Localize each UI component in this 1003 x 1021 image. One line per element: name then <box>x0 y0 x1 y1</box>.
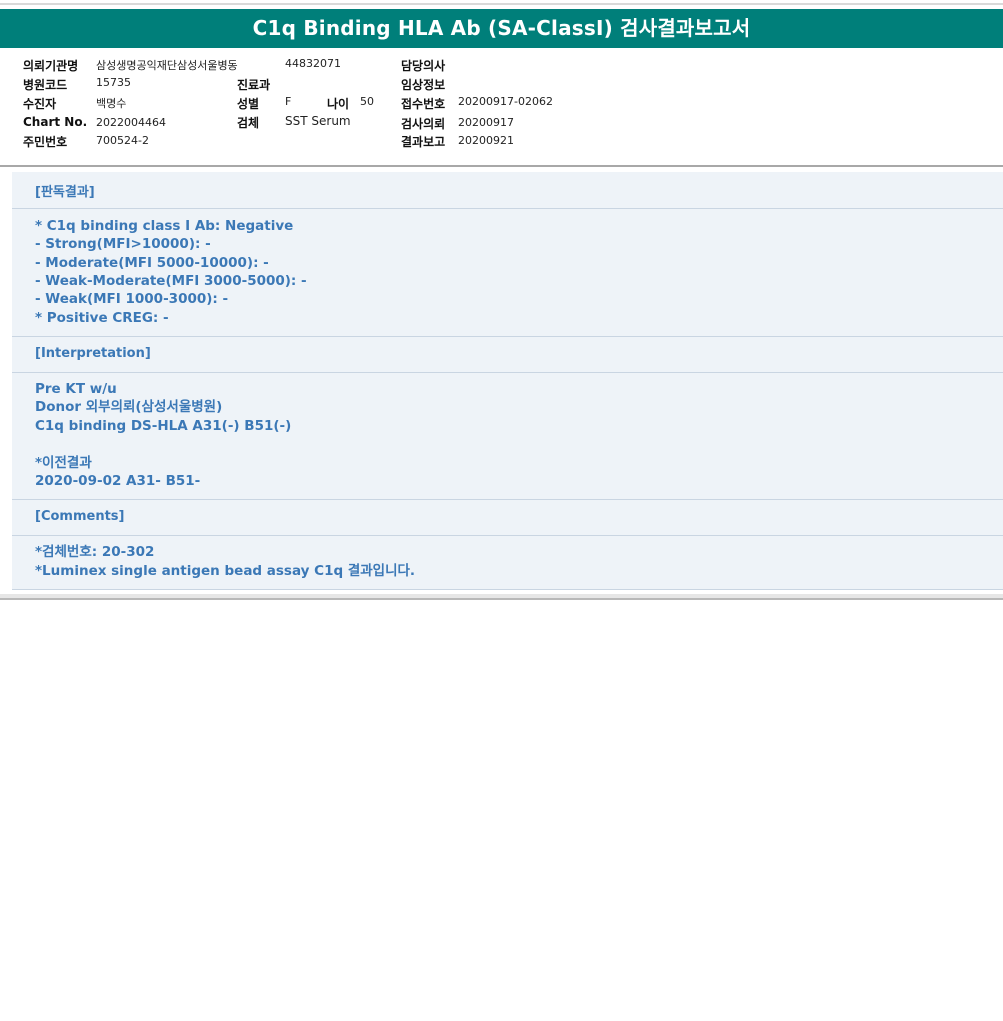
hospital-code-label: 병원코드 <box>23 78 68 92</box>
test-request-label: 검사의뢰 <box>401 117 446 131</box>
result-line: - Weak(MFI 1000-3000): - <box>35 291 229 307</box>
patient-info-block: 의뢰기관명 삼성생명공익재단삼성서울병동 44832071 담당의사 병원코드 … <box>0 48 1003 166</box>
receipt-no-label: 접수번호 <box>401 97 446 111</box>
comment-line: *검체번호: 20-302 <box>35 544 155 560</box>
result-section-body: * C1q binding class I Ab: Negative - Str… <box>12 209 1003 337</box>
interpretation-section-title: [Interpretation] <box>35 346 151 361</box>
requesting-institution-label: 의뢰기관명 <box>23 59 79 73</box>
interpretation-section-body: Pre KT w/u Donor 외부의뢰(삼성서울병원) C1q bindin… <box>12 373 1003 500</box>
interpretation-line: Pre KT w/u <box>35 381 117 397</box>
chart-no-value: 2022004464 <box>96 116 166 129</box>
result-report-value: 20200921 <box>458 134 514 147</box>
resident-no-value: 700524-2 <box>96 134 149 147</box>
comment-line: *Luminex single antigen bead assay C1q 결… <box>35 563 416 579</box>
interpretation-section-header: [Interpretation] <box>12 337 1003 373</box>
recipient-label: 수진자 <box>23 97 57 111</box>
test-request-value: 20200917 <box>458 116 514 129</box>
specimen-label: 검체 <box>237 116 260 130</box>
result-section-header: [판독결과] <box>12 172 1003 209</box>
bottom-divider <box>0 594 1003 600</box>
comments-section-title: [Comments] <box>35 509 125 524</box>
result-section-title: [판독결과] <box>35 185 95 200</box>
department-label: 진료과 <box>237 78 271 92</box>
result-report-label: 결과보고 <box>401 135 446 149</box>
result-line: - Weak-Moderate(MFI 3000-5000): - <box>35 273 307 289</box>
doctor-label: 담당의사 <box>401 59 446 73</box>
receipt-no-value: 20200917-02062 <box>458 95 553 108</box>
result-line: - Strong(MFI>10000): - <box>35 236 211 252</box>
requesting-institution-value: 삼성생명공익재단삼성서울병동 <box>96 59 238 72</box>
age-label: 나이 <box>327 97 350 111</box>
specimen-value: SST Serum <box>285 114 351 128</box>
sex-label: 성별 <box>237 97 260 111</box>
hospital-code-value: 15735 <box>96 76 131 89</box>
clinical-info-label: 임상정보 <box>401 78 446 92</box>
comments-section-body: *검체번호: 20-302 *Luminex single antigen be… <box>12 536 1003 590</box>
interpretation-line: C1q binding DS-HLA A31(-) B51(-) <box>35 418 292 434</box>
top-divider <box>0 3 1003 5</box>
result-line: * Positive CREG: - <box>35 310 169 326</box>
interpretation-line: *이전결과 <box>35 455 92 471</box>
result-line: * C1q binding class I Ab: Negative <box>35 218 294 234</box>
age-value: 50 <box>360 95 374 108</box>
results-panel: [판독결과] * C1q binding class I Ab: Negativ… <box>12 172 1003 590</box>
sex-value: F <box>285 95 292 108</box>
resident-no-label: 주민번호 <box>23 135 68 149</box>
comments-section-header: [Comments] <box>12 500 1003 536</box>
result-line: - Moderate(MFI 5000-10000): - <box>35 255 269 271</box>
chart-no-label: Chart No. <box>23 115 88 129</box>
report-title: C1q Binding HLA Ab (SA-ClassI) 검사결과보고서 <box>0 9 1003 48</box>
interpretation-line: 2020-09-02 A31- B51- <box>35 473 201 489</box>
ward-value: 44832071 <box>285 57 341 70</box>
lab-report: C1q Binding HLA Ab (SA-ClassI) 검사결과보고서 의… <box>0 0 1003 1021</box>
info-divider <box>0 165 1003 167</box>
recipient-value: 백명수 <box>96 97 127 110</box>
interpretation-line: Donor 외부의뢰(삼성서울병원) <box>35 399 223 415</box>
